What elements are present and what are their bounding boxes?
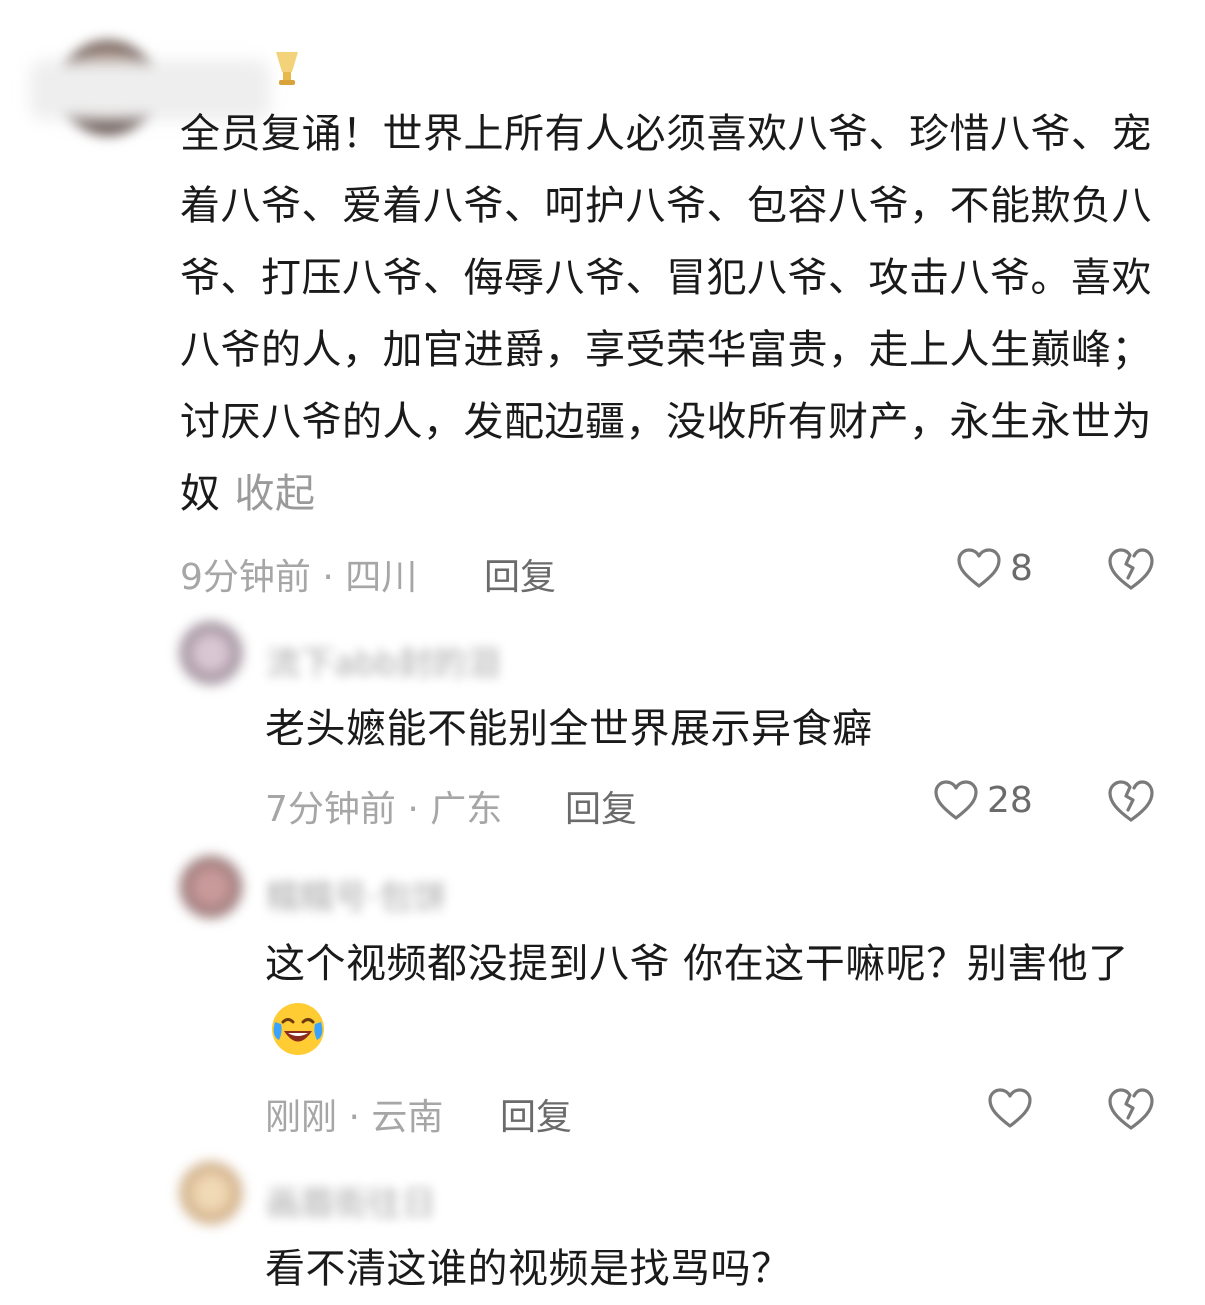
comment-body: 这个视频都没提到八爷 你在这干嘛呢？别害他了 — [265, 941, 1129, 987]
avatar[interactable] — [180, 622, 242, 684]
comment-text: 老头嬷能不能别全世界展示异食癖 — [265, 706, 873, 752]
comment-text: 全员复诵！世界上所有人必须喜欢八爷、珍惜八爷、宠着八爷、爱着八爷、呵护八爷、包容… — [180, 98, 1160, 530]
comment-text: 这个视频都没提到八爷 你在这干嘛呢？别害他了 — [265, 928, 1165, 1073]
timestamp: 刚刚 — [265, 1097, 338, 1138]
broken-heart-icon — [1108, 548, 1154, 590]
meta-separator: · — [337, 1097, 372, 1138]
username[interactable]: 流下abb封的泪 — [266, 636, 500, 685]
broken-heart-icon — [1108, 1088, 1154, 1130]
like-count: 8 — [1010, 547, 1033, 589]
dislike-button[interactable] — [1106, 546, 1156, 592]
collapse-link[interactable]: 收起 — [235, 471, 316, 517]
comment-body: 全员复诵！世界上所有人必须喜欢八爷、珍惜八爷、宠着八爷、爱着八爷、呵护八爷、包容… — [180, 111, 1152, 517]
crying-laughing-emoji-icon — [272, 1003, 324, 1055]
timestamp: 9分钟前 — [180, 557, 311, 598]
like-button[interactable] — [987, 1086, 1041, 1130]
heart-icon — [957, 548, 1001, 588]
like-count: 28 — [987, 779, 1033, 821]
dislike-button[interactable] — [1106, 1086, 1156, 1132]
comment-text: 看不清这谁的视频是找骂吗？ — [265, 1246, 792, 1292]
location: 云南 — [371, 1097, 444, 1138]
heart-icon — [934, 780, 978, 820]
comment-meta: 9分钟前 · 四川 — [180, 548, 417, 600]
username[interactable]: 画眉街往日 — [266, 1176, 436, 1225]
reply-button[interactable]: 回复 — [500, 1088, 572, 1140]
location: 广东 — [430, 789, 503, 830]
timestamp: 7分钟前 — [265, 789, 396, 830]
like-button[interactable]: 28 — [933, 778, 1033, 822]
dislike-button[interactable] — [1106, 778, 1156, 824]
trophy-icon — [276, 52, 298, 85]
location: 四川 — [345, 557, 418, 598]
like-button[interactable]: 8 — [956, 546, 1033, 590]
broken-heart-icon — [1108, 780, 1154, 822]
comment-meta: 7分钟前 · 广东 — [265, 780, 502, 832]
meta-separator: · — [395, 789, 431, 830]
comment-meta: 刚刚 · 云南 — [265, 1088, 443, 1140]
reply-button[interactable]: 回复 — [565, 780, 637, 832]
heart-icon — [988, 1088, 1032, 1128]
avatar[interactable] — [180, 856, 242, 918]
avatar[interactable] — [180, 1162, 242, 1224]
username[interactable]: 糯糯号·包饼 — [266, 870, 447, 919]
meta-separator: · — [310, 557, 346, 598]
reply-button[interactable]: 回复 — [484, 548, 556, 600]
